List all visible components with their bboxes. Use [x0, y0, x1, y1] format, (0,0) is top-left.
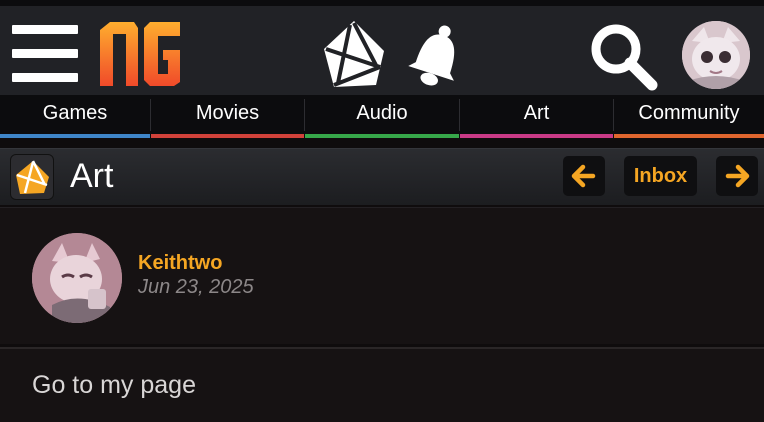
nav-movies-underline: [151, 134, 304, 138]
top-bar: [0, 0, 764, 95]
nav-audio-underline: [305, 134, 459, 138]
nav-art[interactable]: Art: [460, 95, 613, 138]
nav-games[interactable]: Games: [0, 95, 150, 138]
main-nav: Games Movies Audio Art Community: [0, 95, 764, 138]
nav-movies[interactable]: Movies: [151, 95, 304, 138]
next-button[interactable]: [716, 156, 758, 196]
author-avatar[interactable]: [32, 233, 122, 323]
notification-bell-icon[interactable]: [405, 22, 467, 88]
search-icon[interactable]: [590, 23, 658, 91]
post-username[interactable]: Keithtwo: [138, 252, 222, 275]
nav-community[interactable]: Community: [614, 95, 764, 138]
nav-art-underline: [460, 134, 613, 138]
post-date: Jun 23, 2025: [138, 276, 254, 298]
art-portal-icon[interactable]: [320, 21, 386, 89]
nav-art-label: Art: [523, 102, 550, 124]
nav-community-underline: [614, 134, 764, 138]
user-avatar[interactable]: [682, 21, 750, 89]
my-page-link[interactable]: Go to my page: [32, 371, 196, 400]
prev-button[interactable]: [563, 156, 605, 196]
nav-community-label: Community: [638, 102, 740, 124]
arrow-right-icon: [725, 164, 750, 188]
newgrounds-logo[interactable]: [100, 22, 182, 88]
arrow-left-icon: [571, 164, 596, 188]
my-page-link-row[interactable]: Go to my page: [0, 347, 764, 422]
art-section-icon: [10, 154, 54, 200]
nav-audio[interactable]: Audio: [305, 95, 459, 138]
section-header: Art Inbox: [0, 148, 764, 205]
nav-games-label: Games: [42, 102, 108, 124]
nav-movies-label: Movies: [195, 102, 260, 124]
nav-games-underline: [0, 134, 150, 138]
inbox-button[interactable]: Inbox: [624, 156, 697, 196]
section-title: Art: [70, 157, 114, 195]
nav-audio-label: Audio: [356, 102, 408, 124]
menu-icon[interactable]: [12, 25, 78, 83]
post-card: Keithtwo Jun 23, 2025: [0, 207, 764, 344]
